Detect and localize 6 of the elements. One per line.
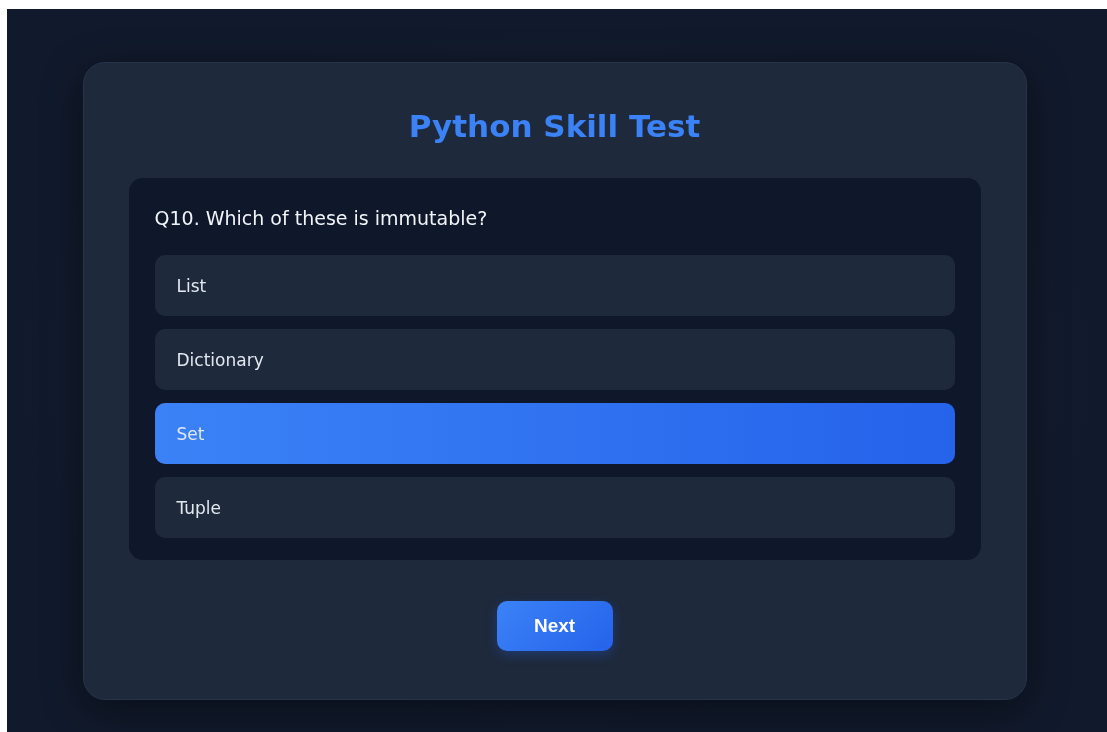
next-button[interactable]: Next xyxy=(496,601,613,651)
answer-option[interactable]: Tuple xyxy=(154,477,955,538)
answer-option[interactable]: Dictionary xyxy=(154,329,955,390)
question-text: Q10. Which of these is immutable? xyxy=(154,206,489,230)
answer-option[interactable]: List xyxy=(154,255,955,316)
quiz-title: Python Skill Test xyxy=(408,107,701,146)
